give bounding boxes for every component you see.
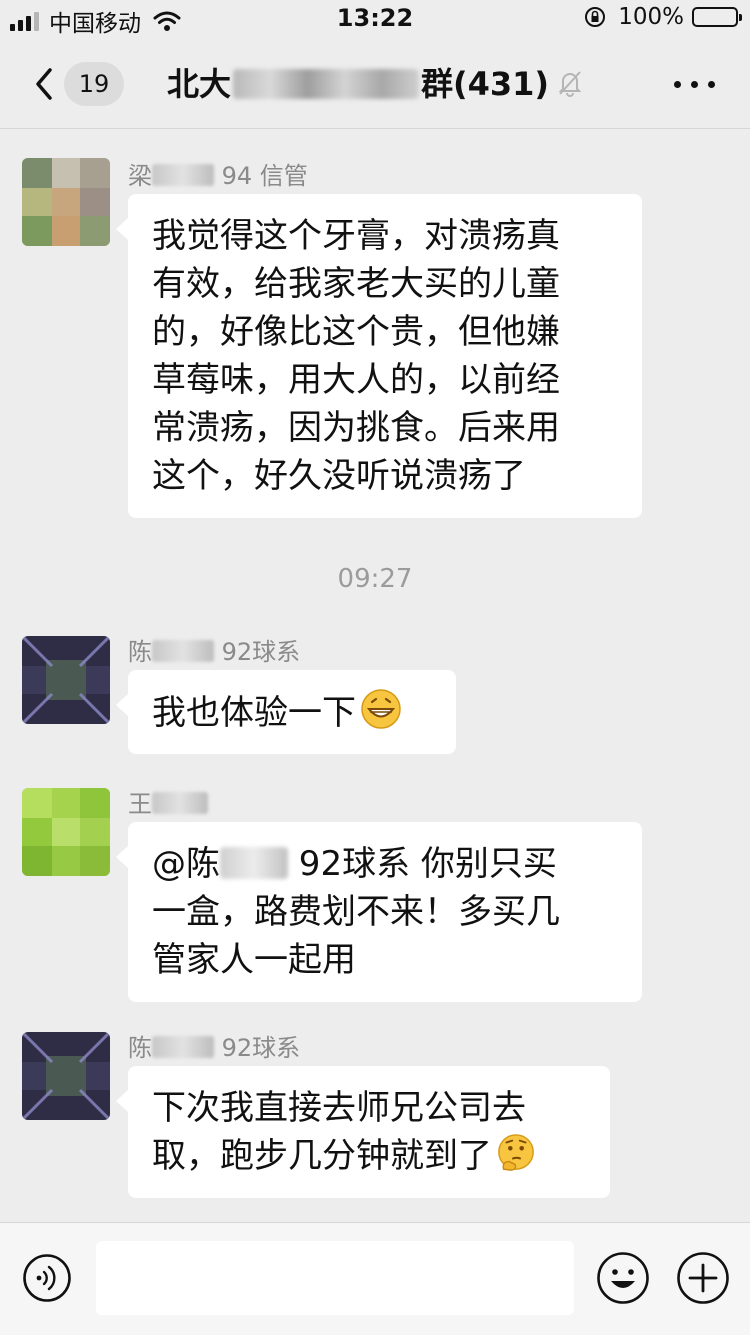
unread-count-badge[interactable]: 19 xyxy=(64,62,124,106)
voice-icon xyxy=(36,1265,56,1291)
message-line: 下次我直接去师兄公司去 xyxy=(152,1088,526,1128)
message-line: 有效，给我家老大买的儿童 xyxy=(152,264,560,304)
message-bubble[interactable]: 我也体验一下 xyxy=(116,670,456,754)
message-bubble[interactable]: 下次我直接去师兄公司去 取，跑步几分钟就到了 xyxy=(116,1066,610,1198)
redacted-name xyxy=(152,640,214,662)
message-input[interactable] xyxy=(96,1241,574,1315)
message-line: 这个，好久没听说溃疡了 xyxy=(152,456,526,496)
more-functions-button[interactable] xyxy=(676,1251,730,1305)
sender-name: 王 xyxy=(128,784,208,819)
sender-name: 陈 92球系 xyxy=(128,638,301,666)
message-text: 我也体验一下 xyxy=(152,693,356,733)
muted-bell-icon xyxy=(558,71,582,97)
message-line: 常溃疡，因为挑食。后来用 xyxy=(152,408,560,448)
avatar-image xyxy=(22,1032,110,1120)
message-line: 一盒，路费划不来！多买几 xyxy=(152,892,560,932)
battery-percent: 100% xyxy=(618,4,684,30)
battery-icon xyxy=(692,7,742,27)
message-line: @陈 92球系 你别只买 xyxy=(152,844,557,884)
input-bar xyxy=(0,1222,750,1335)
chat-header: 19 北大 群(431) xyxy=(0,40,750,129)
time-separator: 09:27 xyxy=(337,564,413,594)
redacted-name xyxy=(152,1036,214,1058)
thinking-face-emoji-icon xyxy=(498,1134,534,1171)
message-line: 取，跑步几分钟就到了 xyxy=(152,1132,586,1180)
redacted-name xyxy=(220,847,288,879)
avatar[interactable] xyxy=(22,788,110,876)
message-line: 草莓味，用大人的，以前经 xyxy=(152,360,560,400)
back-button[interactable] xyxy=(26,62,66,106)
grinning-emoji-icon xyxy=(361,689,401,729)
avatar-image xyxy=(22,788,110,876)
redacted-title xyxy=(232,69,419,99)
message-line: 管家人一起用 xyxy=(152,940,356,980)
message-bubble[interactable]: 我觉得这个牙膏，对溃疡真 有效，给我家老大买的儿童 的，好像比这个贵，但他嫌 草… xyxy=(116,194,642,518)
more-options-button[interactable] xyxy=(670,70,720,98)
chat-title: 北大 群(431) xyxy=(140,62,610,106)
chevron-left-icon xyxy=(36,68,52,100)
message-line: 的，好像比这个贵，但他嫌 xyxy=(152,312,560,352)
avatar-image xyxy=(22,158,110,246)
voice-input-button[interactable] xyxy=(22,1253,72,1303)
redacted-name xyxy=(152,164,214,186)
sender-name: 梁 94 信管 xyxy=(128,162,308,190)
chat-title-suffix: 群(431) xyxy=(420,65,550,103)
avatar[interactable] xyxy=(22,636,110,724)
chat-title-prefix: 北大 xyxy=(166,65,231,103)
avatar[interactable] xyxy=(22,158,110,246)
rotation-lock-icon xyxy=(585,7,606,27)
redacted-name xyxy=(152,792,208,814)
avatar[interactable] xyxy=(22,1032,110,1120)
message-bubble[interactable]: @陈 92球系 你别只买 一盒，路费划不来！多买几 管家人一起用 xyxy=(116,822,642,1002)
avatar-image xyxy=(22,636,110,724)
status-bar: 中国移动 13:22 100% xyxy=(0,0,750,40)
plus-icon xyxy=(688,1263,718,1293)
message-line: 我觉得这个牙膏，对溃疡真 xyxy=(152,216,560,256)
smiley-icon xyxy=(611,1269,635,1288)
sender-name: 陈 92球系 xyxy=(128,1034,301,1062)
mention-text: @陈 xyxy=(152,844,220,884)
emoji-button[interactable] xyxy=(596,1251,650,1305)
